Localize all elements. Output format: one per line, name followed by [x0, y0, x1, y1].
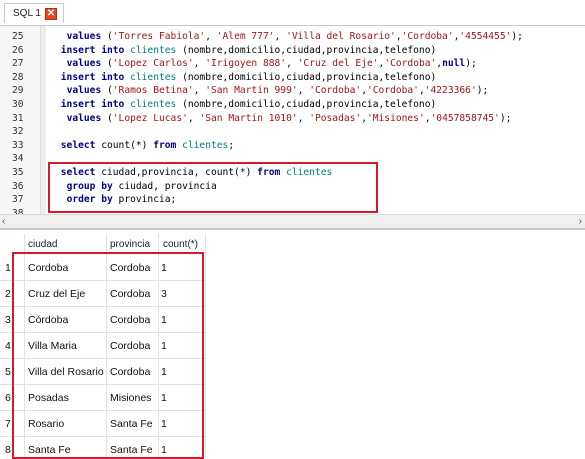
highlight-box-results [12, 252, 204, 459]
code-line[interactable]: 31 values ('Lopez Lucas', 'San Martin 10… [0, 112, 585, 126]
code-line[interactable]: 27 values ('Lopez Carlos', 'Irigoyen 888… [0, 57, 585, 71]
row-number: 8 [5, 444, 11, 456]
row-number: 7 [5, 418, 11, 430]
row-number: 5 [5, 366, 11, 378]
line-number: 35 [12, 167, 24, 178]
code-line[interactable]: 25 values ('Torres Fabiola', 'Alem 777',… [0, 30, 585, 44]
close-icon[interactable]: ✕ [44, 7, 57, 20]
code-line[interactable]: 26 insert into clientes (nombre,domicili… [0, 44, 585, 58]
scroll-left-icon[interactable]: ‹ [2, 216, 5, 227]
code-text: values ('Torres Fabiola', 'Alem 777', 'V… [66, 31, 523, 42]
tab-label: SQL 1 [13, 8, 41, 19]
code-line[interactable]: 30 insert into clientes (nombre,domicili… [0, 98, 585, 112]
code-text: values ('Lopez Lucas', 'San Martin 1010'… [66, 112, 512, 124]
code-text: insert into clientes (nombre,domicilio,c… [60, 99, 437, 110]
line-number: 29 [12, 85, 24, 97]
code-line[interactable]: 32 [0, 125, 585, 139]
code-text: select count(*) from clientes; [60, 139, 235, 151]
code-line[interactable]: 28 insert into clientes (nombre,domicili… [0, 71, 585, 85]
line-number: 32 [12, 126, 24, 138]
scroll-right-icon[interactable]: › [579, 216, 582, 227]
code-text: insert into clientes (nombre,domicilio,c… [60, 44, 437, 56]
highlight-box-query [48, 162, 378, 213]
line-number: 30 [12, 99, 24, 110]
line-number: 33 [12, 139, 24, 151]
line-number: 26 [12, 44, 24, 56]
row-number: 6 [5, 392, 11, 404]
line-number: 28 [12, 71, 24, 83]
line-number: 38 [12, 207, 24, 214]
line-number: 36 [12, 180, 24, 192]
tab-sql-1[interactable]: SQL 1 ✕ [4, 3, 64, 23]
row-number: 4 [5, 340, 11, 352]
code-text: values ('Ramos Betina', 'San Martin 999'… [66, 85, 489, 97]
line-number: 31 [12, 112, 24, 124]
row-number: 2 [5, 288, 11, 300]
code-line[interactable]: 33 select count(*) from clientes; [0, 139, 585, 153]
tab-bar: SQL 1 ✕ [0, 0, 585, 26]
row-number: 3 [5, 314, 11, 326]
sql-editor[interactable]: 25 values ('Torres Fabiola', 'Alem 777',… [0, 26, 585, 214]
line-number: 37 [12, 194, 24, 206]
line-number: 27 [12, 58, 24, 70]
editor-horizontal-scrollbar[interactable]: ‹ › [0, 214, 585, 228]
line-number: 25 [12, 31, 24, 42]
row-number: 1 [5, 262, 11, 274]
code-line[interactable]: 29 values ('Ramos Betina', 'San Martin 9… [0, 84, 585, 98]
code-text: values ('Lopez Carlos', 'Irigoyen 888', … [66, 58, 477, 70]
results-grid[interactable]: ciudad provincia count(*) 1 Cordoba Cordoba 1… [0, 230, 585, 459]
code-text: insert into clientes (nombre,domicilio,c… [60, 71, 437, 83]
line-number: 34 [12, 153, 24, 165]
